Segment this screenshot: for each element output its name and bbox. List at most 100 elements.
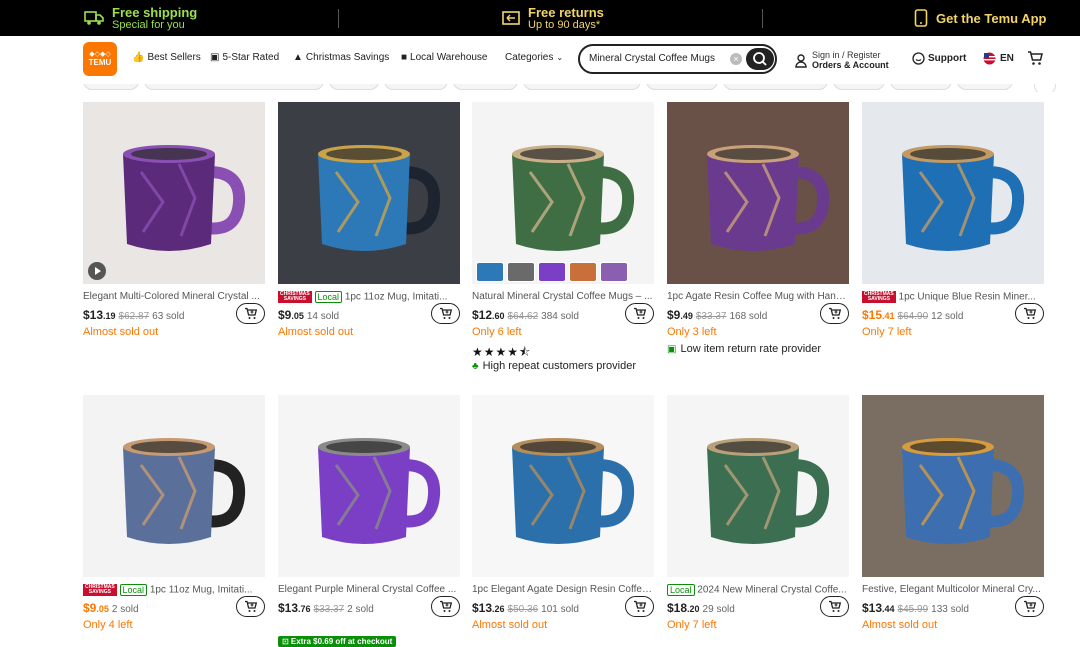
product-title-row[interactable]: CHRISTMAS SAVINGS Local 1pc 11oz Mug, Imi… [278, 291, 460, 305]
get-app-promo[interactable]: Get the Temu App [914, 0, 1047, 36]
product-card[interactable]: Elegant Multi-Colored Mineral Crystal ..… [83, 102, 265, 338]
category-pill[interactable] [957, 84, 1013, 90]
mug-illustration [318, 438, 441, 544]
product-title-row[interactable]: Elegant Multi-Colored Mineral Crystal ..… [83, 291, 265, 305]
add-to-cart-button[interactable] [236, 596, 265, 617]
price-row: $13.44 $45.99 133 sold [862, 601, 969, 615]
nav-label: 5-Star Rated [222, 52, 280, 63]
stock-urgency-label: Almost sold out [472, 619, 548, 631]
product-card[interactable]: CHRISTMAS SAVINGS Local 1pc 11oz Mug, Imi… [83, 395, 265, 631]
category-pill[interactable] [144, 84, 324, 90]
promo-divider [762, 9, 763, 28]
category-pill[interactable] [329, 84, 379, 90]
add-to-cart-button[interactable] [236, 303, 265, 324]
product-card[interactable]: 1pc Elegant Agate Design Resin Coffee ..… [472, 395, 654, 631]
stock-urgency-label: Only 6 left [472, 326, 522, 338]
promo-bar: Free shipping Special for you Free retur… [0, 0, 1080, 36]
product-title: Elegant Multi-Colored Mineral Crystal ..… [83, 291, 260, 302]
add-to-cart-button[interactable] [431, 596, 460, 617]
add-to-cart-button[interactable] [1015, 596, 1044, 617]
product-title: Natural Mineral Crystal Coffee Mugs – ..… [472, 291, 653, 302]
sold-count: 14 sold [306, 311, 340, 322]
product-card[interactable]: CHRISTMAS SAVINGS Local 1pc 11oz Mug, Imi… [278, 102, 460, 338]
product-image[interactable] [862, 395, 1044, 577]
pill-scroll-right-button[interactable] [1034, 84, 1056, 92]
support-link[interactable]: Support [912, 52, 966, 65]
nav-categories[interactable]: Categories ⌄ [505, 52, 563, 63]
add-to-cart-button[interactable] [431, 303, 460, 324]
product-card[interactable]: Elegant Purple Mineral Crystal Coffee ..… [278, 395, 460, 647]
free-returns-promo[interactable]: Free returns Up to 90 days* [502, 0, 604, 36]
search-input[interactable] [589, 53, 729, 64]
product-title-row[interactable]: Festive, Elegant Multicolor Mineral Cry.… [862, 584, 1044, 598]
product-image[interactable] [862, 102, 1044, 284]
mug-illustration [123, 438, 246, 544]
mug-illustration [707, 438, 830, 544]
product-image[interactable] [83, 395, 265, 577]
category-pill[interactable] [83, 84, 139, 90]
sold-count: 168 sold [729, 311, 768, 322]
product-image[interactable] [278, 102, 460, 284]
play-video-icon[interactable] [88, 262, 106, 280]
product-title-row[interactable]: CHRISTMAS SAVINGS 1pc Unique Blue Resin M… [862, 291, 1044, 305]
product-title-row[interactable]: Natural Mineral Crystal Coffee Mugs – ..… [472, 291, 654, 305]
account-menu[interactable]: Sign in / Register Orders & Account [795, 50, 889, 71]
tree-icon: ▲ [293, 52, 303, 63]
product-image[interactable] [667, 102, 849, 284]
stock-urgency-label: Almost sold out [278, 326, 354, 338]
star-badge-icon: ▣ [210, 52, 220, 63]
price-row: $12.60 $64.62 384 sold [472, 308, 579, 322]
product-title-row[interactable]: Elegant Purple Mineral Crystal Coffee ..… [278, 584, 460, 598]
product-card[interactable]: CHRISTMAS SAVINGS 1pc Unique Blue Resin M… [862, 102, 1044, 338]
language-selector[interactable]: EN [983, 52, 1014, 65]
product-image[interactable] [278, 395, 460, 577]
variant-thumbnails [476, 262, 628, 282]
nav-local-warehouse[interactable]: ■ Local Warehouse [401, 52, 488, 63]
product-image[interactable] [472, 102, 654, 284]
add-to-cart-button[interactable] [625, 303, 654, 324]
cart-button[interactable] [1027, 50, 1043, 71]
product-image[interactable] [667, 395, 849, 577]
nav-5-star-rated[interactable]: ▣ 5-Star Rated [210, 52, 279, 63]
product-card[interactable]: 1pc Agate Resin Coffee Mug with Hand... $… [667, 102, 849, 355]
cart-plus-icon [1023, 600, 1036, 612]
category-pill[interactable] [384, 84, 448, 90]
product-title-row[interactable]: 1pc Elegant Agate Design Resin Coffee ..… [472, 584, 654, 598]
category-pill[interactable] [646, 84, 718, 90]
clear-search-icon[interactable]: × [730, 53, 742, 65]
product-card[interactable]: Local 2024 New Mineral Crystal Coffe... $… [667, 395, 849, 631]
nav-best-sellers[interactable]: 👍 Best Sellers [132, 52, 201, 63]
free-shipping-promo[interactable]: Free shipping Special for you [84, 0, 197, 36]
thumbs-up-icon: 👍 [132, 52, 145, 63]
original-price: $33.37 [313, 604, 345, 615]
product-title-row[interactable]: Local 2024 New Mineral Crystal Coffe... [667, 584, 849, 598]
add-to-cart-button[interactable] [820, 596, 849, 617]
mug-illustration [512, 438, 635, 544]
product-card[interactable]: Festive, Elegant Multicolor Mineral Cry.… [862, 395, 1044, 631]
temu-logo[interactable]: ◆◇◆◇ TEMU [83, 42, 117, 76]
category-pill[interactable] [833, 84, 885, 90]
product-image[interactable] [472, 395, 654, 577]
cart-plus-icon [244, 307, 257, 319]
stock-urgency-label: Only 7 left [667, 619, 717, 631]
provider-note-text: Low item return rate provider [680, 343, 822, 355]
search-button[interactable] [746, 48, 774, 70]
cart-plus-icon [1023, 307, 1036, 319]
free-shipping-title: Free shipping [112, 4, 198, 20]
add-to-cart-button[interactable] [1015, 303, 1044, 324]
add-to-cart-button[interactable] [625, 596, 654, 617]
nav-christmas-savings[interactable]: ▲ Christmas Savings [293, 52, 389, 63]
category-pill[interactable] [890, 84, 952, 90]
nav-label: Categories [505, 52, 554, 63]
sold-count: 2 sold [347, 604, 374, 615]
product-title-row[interactable]: 1pc Agate Resin Coffee Mug with Hand... [667, 291, 849, 305]
category-pill[interactable] [523, 84, 641, 90]
product-image[interactable] [83, 102, 265, 284]
category-pill[interactable] [453, 84, 518, 90]
product-card[interactable]: Natural Mineral Crystal Coffee Mugs – ..… [472, 102, 654, 372]
product-title-row[interactable]: CHRISTMAS SAVINGS Local 1pc 11oz Mug, Imi… [83, 584, 265, 598]
site-header: ◆◇◆◇ TEMU 👍 Best Sellers ▣ 5-Star Rated … [0, 36, 1080, 84]
sold-count: 63 sold [152, 311, 185, 322]
add-to-cart-button[interactable] [820, 303, 849, 324]
category-pill[interactable] [723, 84, 828, 90]
